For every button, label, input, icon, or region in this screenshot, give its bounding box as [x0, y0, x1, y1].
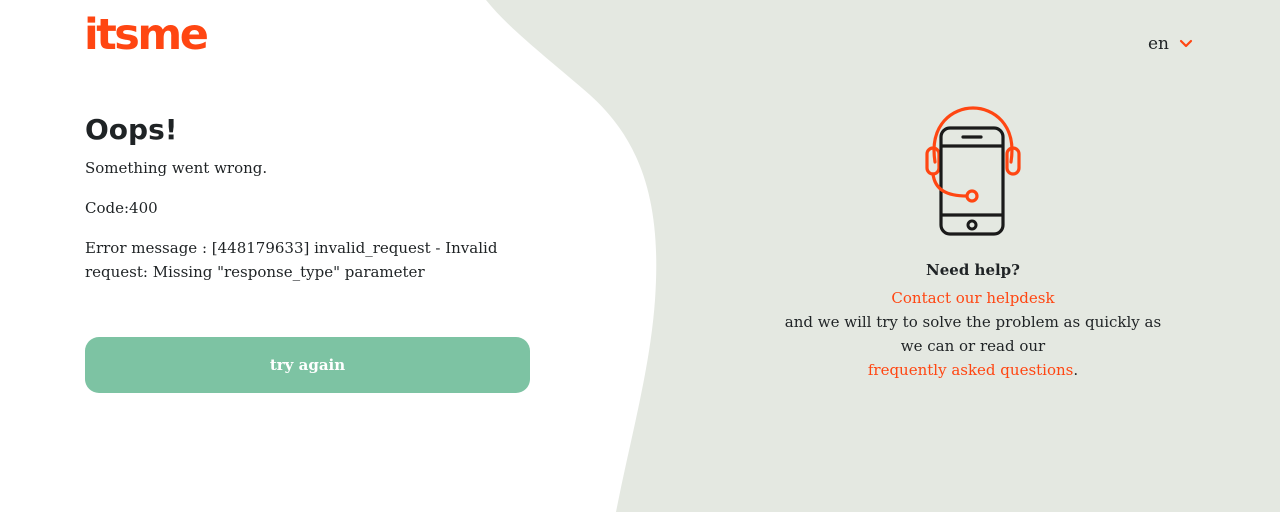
help-section: Need help? Contact our helpdesk and we w…: [773, 104, 1173, 382]
help-title: Need help?: [926, 261, 1020, 279]
faq-link[interactable]: frequently asked questions: [868, 361, 1074, 379]
phone-headset-icon: [925, 106, 1021, 236]
language-selector[interactable]: en: [1148, 34, 1193, 54]
error-subtitle: Something went wrong.: [85, 159, 268, 177]
help-description: and we will try to solve the problem as …: [784, 313, 1162, 355]
try-again-button[interactable]: try again: [85, 337, 530, 393]
error-code-label: Code:: [85, 199, 130, 217]
error-code: Code:400: [85, 196, 545, 220]
contact-helpdesk-link[interactable]: Contact our helpdesk: [891, 289, 1054, 307]
error-code-value: 400: [129, 199, 158, 217]
error-title: Oops!: [85, 113, 178, 146]
help-text-end: .: [1073, 361, 1079, 379]
error-message: Error message : [448179633] invalid_requ…: [85, 239, 498, 281]
chevron-down-icon: [1179, 39, 1193, 48]
language-label: en: [1148, 34, 1170, 54]
error-panel: Oops! Something went wrong. Code:400 Err…: [85, 112, 545, 284]
itsme-logo[interactable]: itsme: [84, 14, 209, 57]
help-text: Contact our helpdesk and we will try to …: [773, 286, 1173, 382]
